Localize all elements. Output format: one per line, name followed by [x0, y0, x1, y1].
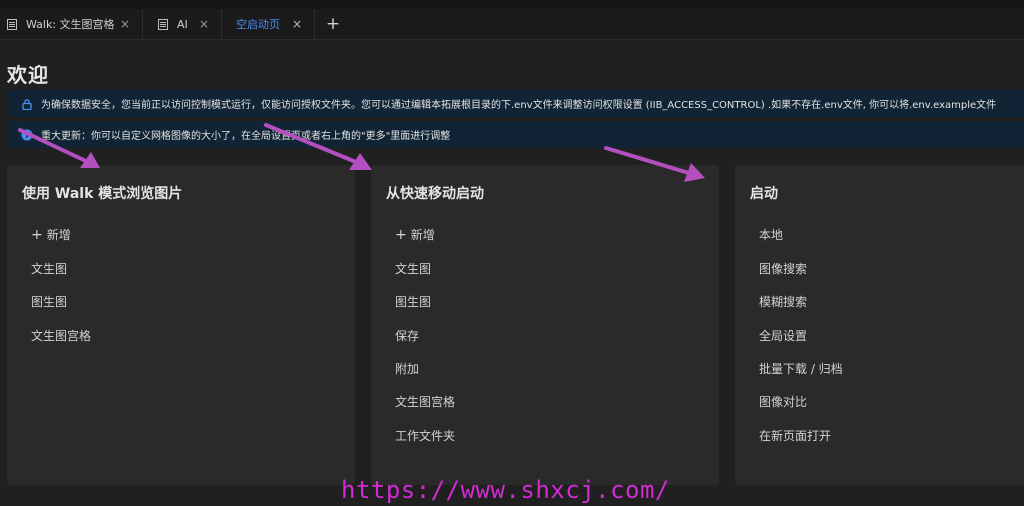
card-item-global-settings[interactable]: 全局设置	[759, 327, 807, 344]
card-title: 使用 Walk 模式浏览图片	[22, 186, 183, 202]
access-control-notice: 为确保数据安全，您当前正以访问控制模式运行，仅能访问授权文件夹。您可以通过编辑本…	[7, 90, 1024, 117]
plus-icon: +	[31, 226, 43, 243]
card-title: 启动	[750, 186, 778, 202]
card-launch: 启动 本地 图像搜索 模糊搜索 全局设置 批量下载 / 归档 图像对比 在新页面…	[735, 165, 1024, 485]
card-item-txt2img[interactable]: 文生图	[395, 260, 431, 277]
card-item-add[interactable]: + 新增	[31, 226, 71, 243]
card-item-work-folder[interactable]: 工作文件夹	[395, 427, 455, 444]
card-item-batch-download[interactable]: 批量下载 / 归档	[759, 360, 843, 377]
card-item-txt2img-grid[interactable]: 文生图宫格	[395, 393, 455, 410]
info-icon	[21, 129, 33, 141]
plus-icon: +	[325, 14, 341, 34]
card-item-img2img[interactable]: 图生图	[395, 293, 431, 310]
card-item-txt2img-grid[interactable]: 文生图宫格	[31, 327, 91, 344]
close-icon[interactable]: ×	[292, 17, 302, 31]
tab-label: Walk: 文生图宫格	[26, 18, 115, 31]
item-label: 新增	[410, 228, 435, 242]
tab-ai[interactable]: AI ×	[143, 9, 222, 39]
lock-icon	[21, 98, 33, 110]
close-icon[interactable]: ×	[199, 17, 209, 31]
window-top-strip	[0, 0, 1024, 9]
card-item-add[interactable]: + 新增	[395, 226, 435, 243]
card-item-save[interactable]: 保存	[395, 327, 419, 344]
document-icon	[158, 18, 168, 30]
tab-label: AI	[177, 17, 188, 31]
watermark-url: https://www.shxcj.com/	[341, 476, 670, 504]
tab-bar: Walk: 文生图宫格 × AI × 空启动页 × +	[0, 9, 1024, 40]
card-item-extras[interactable]: 附加	[395, 360, 419, 377]
tab-empty-start[interactable]: 空启动页 ×	[222, 9, 315, 39]
card-title: 从快速移动启动	[386, 186, 484, 202]
card-quick-move: 从快速移动启动 + 新增 文生图 图生图 保存 附加 文生图宫格 工作文件夹	[371, 165, 719, 485]
tab-label: 空启动页	[236, 18, 280, 31]
card-item-open-new-page[interactable]: 在新页面打开	[759, 427, 831, 444]
card-walk-mode: 使用 Walk 模式浏览图片 + 新增 文生图 图生图 文生图宫格	[7, 165, 355, 485]
card-item-fuzzy-search[interactable]: 模糊搜索	[759, 293, 807, 310]
tab-walk-grid[interactable]: Walk: 文生图宫格 ×	[0, 9, 143, 39]
document-icon	[7, 18, 17, 30]
plus-icon: +	[395, 226, 407, 243]
card-item-image-compare[interactable]: 图像对比	[759, 393, 807, 410]
card-item-txt2img[interactable]: 文生图	[31, 260, 67, 277]
update-notice: 重大更新：你可以自定义网格图像的大小了，在全局设置页或者右上角的"更多"里面进行…	[7, 121, 1024, 148]
card-item-local[interactable]: 本地	[759, 226, 783, 243]
add-tab-button[interactable]: +	[320, 9, 346, 39]
page-title: 欢迎	[7, 63, 49, 87]
close-icon[interactable]: ×	[120, 17, 130, 31]
card-item-image-search[interactable]: 图像搜索	[759, 260, 807, 277]
notice-text: 重大更新：你可以自定义网格图像的大小了，在全局设置页或者右上角的"更多"里面进行…	[41, 131, 451, 142]
notice-text: 为确保数据安全，您当前正以访问控制模式运行，仅能访问授权文件夹。您可以通过编辑本…	[41, 100, 997, 111]
card-item-img2img[interactable]: 图生图	[31, 293, 67, 310]
item-label: 新增	[46, 228, 71, 242]
